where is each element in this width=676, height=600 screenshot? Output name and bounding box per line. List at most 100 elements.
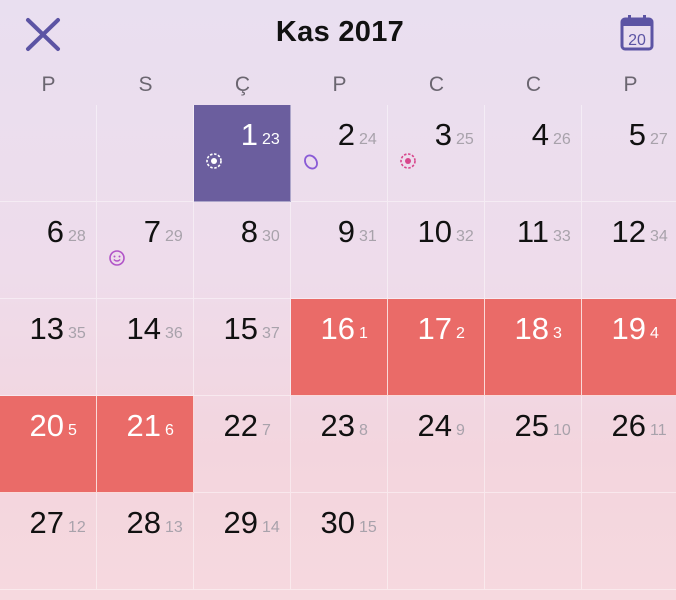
cycle-day-number: 3	[553, 325, 562, 342]
day-number: 17	[417, 311, 452, 346]
day-cell[interactable]: 23 8	[291, 396, 388, 493]
cycle-day-number: 15	[359, 519, 377, 536]
day-number: 2	[337, 117, 355, 152]
day-number: 8	[240, 214, 258, 249]
day-number: 20	[29, 408, 64, 443]
cycle-day-number: 23	[262, 131, 280, 148]
day-cell[interactable]: 11 33	[485, 202, 582, 299]
month-title: Kas 2017	[275, 16, 405, 48]
day-cell[interactable]: 1 23	[194, 105, 291, 202]
cycle-day-number: 31	[359, 228, 377, 245]
empty-day-cell	[582, 493, 676, 590]
cycle-day-number: 33	[553, 228, 571, 245]
cycle-day-number: 26	[553, 131, 571, 148]
day-cell[interactable]: 29 14	[194, 493, 291, 590]
cycle-day-number: 35	[68, 325, 86, 342]
weekday-label: S	[138, 73, 153, 96]
today-button[interactable]: 20	[617, 13, 657, 53]
day-cell[interactable]: 3 25	[388, 105, 485, 202]
day-cell[interactable]: 7 29	[97, 202, 194, 299]
smiley-icon	[107, 248, 127, 273]
day-cell[interactable]: 18 3	[485, 299, 582, 396]
weekday-label: C	[428, 73, 445, 96]
day-cell[interactable]: 13 35	[0, 299, 97, 396]
cycle-day-number: 13	[165, 519, 183, 536]
day-cell[interactable]: 17 2	[388, 299, 485, 396]
day-cell[interactable]: 27 12	[0, 493, 97, 590]
cycle-day-number: 5	[68, 422, 77, 439]
day-cell[interactable]: 9 31	[291, 202, 388, 299]
cycle-day-number: 4	[650, 325, 659, 342]
day-cell[interactable]: 16 1	[291, 299, 388, 396]
cycle-day-number: 12	[68, 519, 86, 536]
day-cell[interactable]: 5 27	[582, 105, 676, 202]
day-cell[interactable]: 12 34	[582, 202, 676, 299]
day-cell[interactable]: 6 28	[0, 202, 97, 299]
cycle-day-number: 24	[359, 131, 377, 148]
day-cell[interactable]: 20 5	[0, 396, 97, 493]
today-badge: 20	[628, 32, 646, 49]
weekday-row: P S Ç P C C P	[0, 73, 676, 103]
cycle-day-number: 6	[165, 422, 174, 439]
cycle-day-number: 1	[359, 325, 368, 342]
day-number: 30	[320, 505, 355, 540]
day-number: 23	[320, 408, 355, 443]
empty-day-cell	[97, 105, 194, 202]
weekday-label: C	[525, 73, 542, 96]
day-cell[interactable]: 15 37	[194, 299, 291, 396]
day-number: 24	[417, 408, 452, 443]
day-number: 26	[611, 408, 646, 443]
day-number: 7	[143, 214, 161, 249]
day-cell[interactable]: 14 36	[97, 299, 194, 396]
day-cell[interactable]: 24 9	[388, 396, 485, 493]
empty-day-cell	[485, 493, 582, 590]
day-number: 6	[46, 214, 64, 249]
cycle-day-number: 36	[165, 325, 183, 342]
day-number: 9	[337, 214, 355, 249]
day-number: 13	[29, 311, 64, 346]
day-number: 4	[531, 117, 549, 152]
empty-day-cell	[388, 493, 485, 590]
cycle-day-number: 2	[456, 325, 465, 342]
cycle-day-number: 7	[262, 422, 271, 439]
day-cell[interactable]: 30 15	[291, 493, 388, 590]
day-cell[interactable]: 19 4	[582, 299, 676, 396]
day-number: 18	[514, 311, 549, 346]
cycle-day-number: 14	[262, 519, 280, 536]
day-cell[interactable]: 8 30	[194, 202, 291, 299]
cycle-day-number: 8	[359, 422, 368, 439]
cycle-day-number: 32	[456, 228, 474, 245]
day-number: 14	[126, 311, 161, 346]
cycle-day-number: 30	[262, 228, 280, 245]
day-number: 29	[223, 505, 258, 540]
day-number: 1	[240, 117, 258, 152]
day-number: 16	[320, 311, 355, 346]
day-number: 28	[126, 505, 161, 540]
cycle-day-number: 11	[650, 422, 667, 439]
day-cell[interactable]: 22 7	[194, 396, 291, 493]
day-cell[interactable]: 28 13	[97, 493, 194, 590]
day-cell[interactable]: 21 6	[97, 396, 194, 493]
day-number: 27	[29, 505, 64, 540]
day-number: 10	[417, 214, 452, 249]
calendar-today-icon: 20	[620, 15, 654, 51]
gear-icon-pink	[398, 151, 418, 176]
calendar-grid: 1 23 2 24 3 25 4 26 5 27 6 28 7 29 8 30 9 31 10 32 11 33 12 34 1…	[0, 105, 676, 600]
day-number: 3	[434, 117, 452, 152]
day-number: 25	[514, 408, 549, 443]
day-cell[interactable]: 26 11	[582, 396, 676, 493]
day-cell[interactable]: 2 24	[291, 105, 388, 202]
gear-icon	[204, 151, 224, 176]
day-cell[interactable]: 10 32	[388, 202, 485, 299]
empty-day-cell	[0, 105, 97, 202]
cycle-day-number: 10	[553, 422, 571, 439]
calendar-header: Kas 2017 20	[0, 0, 676, 72]
day-number: 11	[516, 214, 549, 249]
cycle-day-number: 37	[262, 325, 280, 342]
cycle-day-number: 27	[650, 131, 668, 148]
cycle-day-number: 25	[456, 131, 474, 148]
day-cell[interactable]: 4 26	[485, 105, 582, 202]
day-number: 21	[126, 408, 161, 443]
day-number: 5	[628, 117, 646, 152]
day-cell[interactable]: 25 10	[485, 396, 582, 493]
